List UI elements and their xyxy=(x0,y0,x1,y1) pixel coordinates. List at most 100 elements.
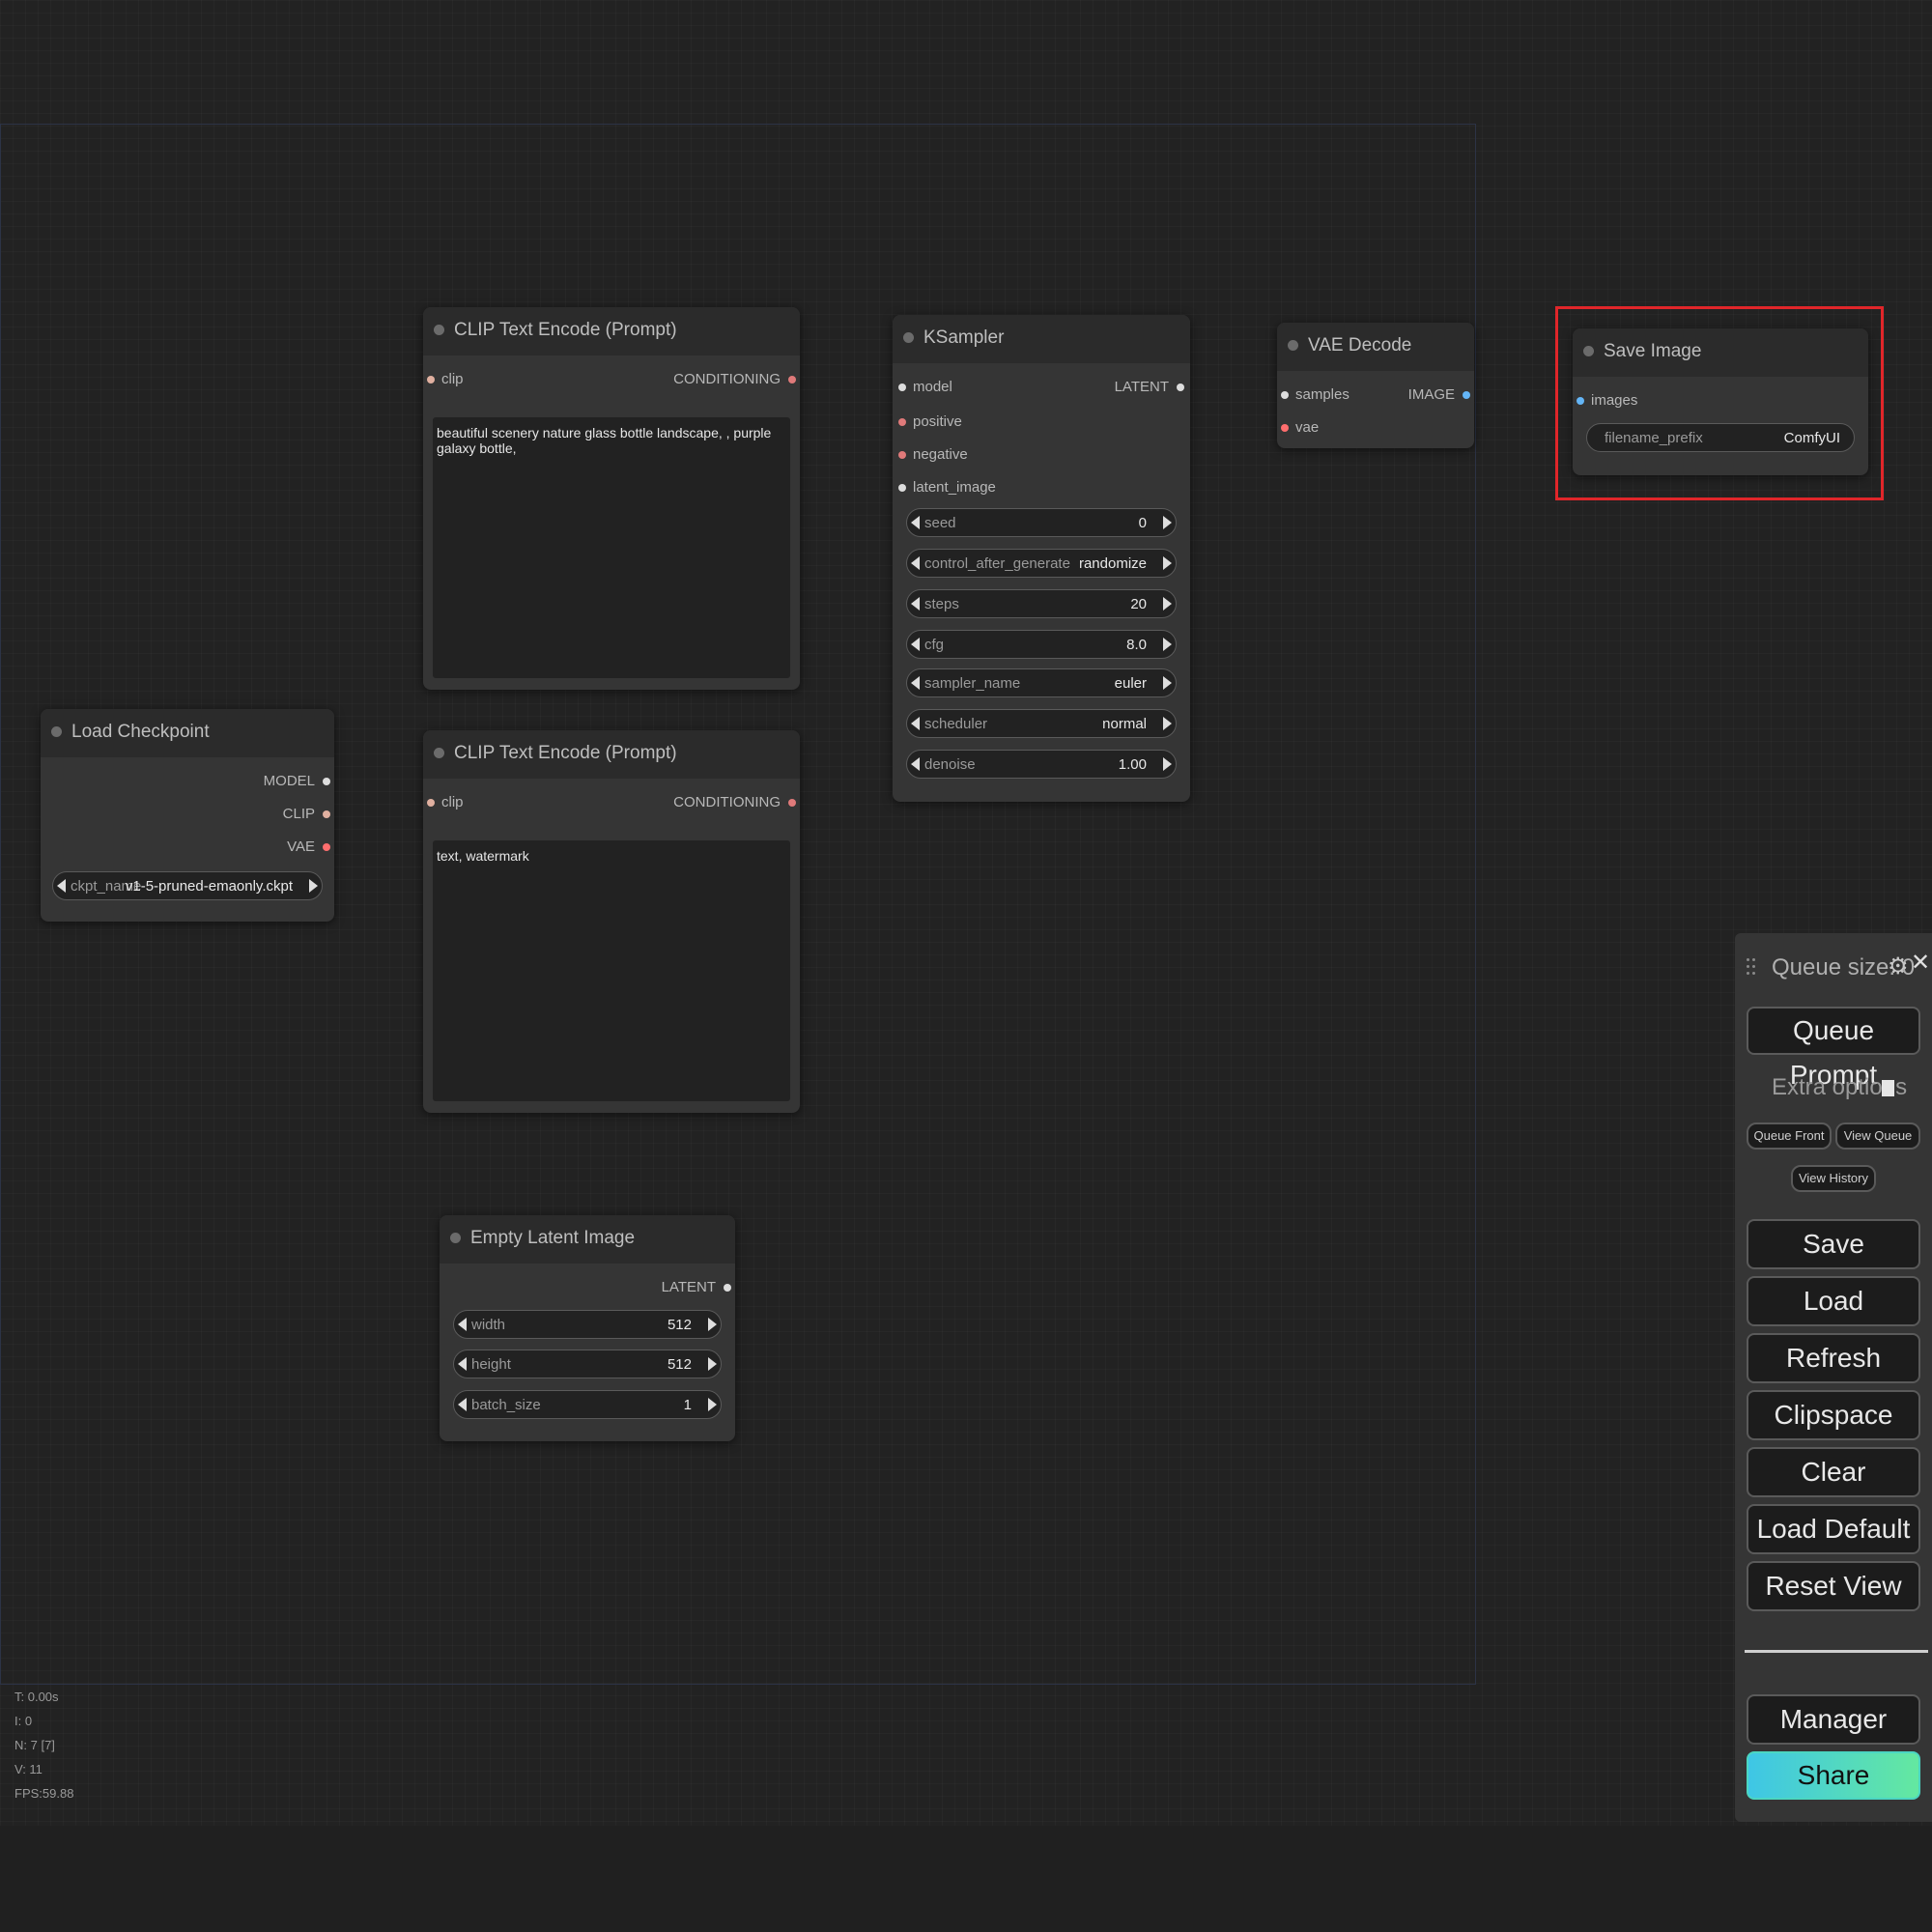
prompt-textarea[interactable]: beautiful scenery nature glass bottle la… xyxy=(433,417,790,678)
increment-arrow-icon[interactable] xyxy=(309,879,318,893)
clear-button[interactable]: Clear xyxy=(1747,1447,1920,1497)
input-pin-icon[interactable] xyxy=(898,451,906,460)
widget-cfg[interactable]: cfg 8.0 xyxy=(906,630,1177,659)
increment-arrow-icon[interactable] xyxy=(1163,757,1172,771)
node-vae-decode[interactable]: VAE Decode samples IMAGE vae xyxy=(1277,323,1474,448)
output-slot-vae[interactable]: VAE xyxy=(287,838,330,855)
queue-front-button[interactable]: Queue Front xyxy=(1747,1122,1832,1150)
decrement-arrow-icon[interactable] xyxy=(911,516,920,529)
increment-arrow-icon[interactable] xyxy=(1163,556,1172,570)
node-title-bar[interactable]: Load Checkpoint xyxy=(41,709,334,757)
output-slot-conditioning[interactable]: CONDITIONING xyxy=(673,794,796,810)
manager-button[interactable]: Manager xyxy=(1747,1694,1920,1745)
collapse-dot-icon[interactable] xyxy=(51,726,62,737)
widget-steps[interactable]: steps 20 xyxy=(906,589,1177,618)
extra-options-checkbox[interactable] xyxy=(1882,1080,1894,1096)
load-default-button[interactable]: Load Default xyxy=(1747,1504,1920,1554)
input-pin-icon[interactable] xyxy=(898,418,906,427)
decrement-arrow-icon[interactable] xyxy=(57,879,66,893)
widget-ckpt-name[interactable]: ckpt_name v1-5-pruned-emaonly.ckpt xyxy=(52,871,323,900)
input-slot-clip[interactable]: clip xyxy=(427,371,464,387)
view-history-button[interactable]: View History xyxy=(1791,1165,1876,1192)
node-ksampler[interactable]: KSampler model LATENT positive negative … xyxy=(893,315,1190,802)
input-pin-icon[interactable] xyxy=(898,384,906,392)
output-slot-model[interactable]: MODEL xyxy=(264,773,330,789)
node-load-checkpoint[interactable]: Load Checkpoint MODEL CLIP VAE ckpt_name… xyxy=(41,709,334,922)
increment-arrow-icon[interactable] xyxy=(708,1318,717,1331)
widget-sampler-name[interactable]: sampler_name euler xyxy=(906,668,1177,697)
increment-arrow-icon[interactable] xyxy=(1163,638,1172,651)
output-pin-icon[interactable] xyxy=(323,778,330,786)
clipspace-button[interactable]: Clipspace xyxy=(1747,1390,1920,1440)
node-title-bar[interactable]: VAE Decode xyxy=(1277,323,1474,371)
output-pin-icon[interactable] xyxy=(323,810,330,819)
increment-arrow-icon[interactable] xyxy=(1163,597,1172,611)
close-icon[interactable]: ✕ xyxy=(1911,949,1930,977)
decrement-arrow-icon[interactable] xyxy=(911,676,920,690)
output-slot-latent[interactable]: LATENT xyxy=(662,1279,731,1295)
prompt-textarea[interactable]: text, watermark xyxy=(433,840,790,1101)
view-queue-button[interactable]: View Queue xyxy=(1835,1122,1920,1150)
node-title-bar[interactable]: CLIP Text Encode (Prompt) xyxy=(423,730,800,779)
decrement-arrow-icon[interactable] xyxy=(911,757,920,771)
input-pin-icon[interactable] xyxy=(1281,391,1289,400)
decrement-arrow-icon[interactable] xyxy=(458,1398,467,1411)
widget-batch-size[interactable]: batch_size 1 xyxy=(453,1390,722,1419)
output-slot-image[interactable]: IMAGE xyxy=(1408,386,1470,403)
input-slot-vae[interactable]: vae xyxy=(1281,419,1319,436)
increment-arrow-icon[interactable] xyxy=(1163,676,1172,690)
output-pin-icon[interactable] xyxy=(1177,384,1184,392)
decrement-arrow-icon[interactable] xyxy=(911,597,920,611)
input-pin-icon[interactable] xyxy=(427,376,435,384)
input-slot-clip[interactable]: clip xyxy=(427,794,464,810)
node-clip-text-encode-negative[interactable]: CLIP Text Encode (Prompt) clip CONDITION… xyxy=(423,730,800,1113)
node-title-bar[interactable]: Empty Latent Image xyxy=(440,1215,735,1264)
decrement-arrow-icon[interactable] xyxy=(911,717,920,730)
input-pin-icon[interactable] xyxy=(1281,424,1289,433)
input-pin-icon[interactable] xyxy=(427,799,435,808)
share-button[interactable]: Share xyxy=(1747,1751,1920,1800)
decrement-arrow-icon[interactable] xyxy=(911,638,920,651)
output-pin-icon[interactable] xyxy=(1463,391,1470,400)
input-pin-icon[interactable] xyxy=(898,484,906,493)
output-slot-conditioning[interactable]: CONDITIONING xyxy=(673,371,796,387)
node-title-bar[interactable]: KSampler xyxy=(893,315,1190,363)
output-pin-icon[interactable] xyxy=(788,376,796,384)
input-slot-positive[interactable]: positive xyxy=(898,413,962,430)
save-button[interactable]: Save xyxy=(1747,1219,1920,1269)
reset-view-button[interactable]: Reset View xyxy=(1747,1561,1920,1611)
collapse-dot-icon[interactable] xyxy=(434,325,444,335)
queue-prompt-button[interactable]: Queue Prompt xyxy=(1747,1007,1920,1090)
node-clip-text-encode-positive[interactable]: CLIP Text Encode (Prompt) clip CONDITION… xyxy=(423,307,800,690)
collapse-dot-icon[interactable] xyxy=(434,748,444,758)
output-slot-latent[interactable]: LATENT xyxy=(1115,379,1184,395)
output-pin-icon[interactable] xyxy=(323,843,330,852)
decrement-arrow-icon[interactable] xyxy=(458,1318,467,1331)
input-slot-samples[interactable]: samples xyxy=(1281,386,1350,403)
increment-arrow-icon[interactable] xyxy=(1163,717,1172,730)
node-canvas[interactable]: CLIP Text Encode (Prompt) clip CONDITION… xyxy=(0,0,1932,1826)
increment-arrow-icon[interactable] xyxy=(708,1357,717,1371)
collapse-dot-icon[interactable] xyxy=(1288,340,1298,351)
widget-control-after-generate[interactable]: control_after_generate randomize xyxy=(906,549,1177,578)
load-button[interactable]: Load xyxy=(1747,1276,1920,1326)
input-slot-latent-image[interactable]: latent_image xyxy=(898,479,996,496)
collapse-dot-icon[interactable] xyxy=(903,332,914,343)
increment-arrow-icon[interactable] xyxy=(708,1398,717,1411)
input-slot-negative[interactable]: negative xyxy=(898,446,968,463)
decrement-arrow-icon[interactable] xyxy=(458,1357,467,1371)
output-pin-icon[interactable] xyxy=(788,799,796,808)
drag-handle-icon[interactable] xyxy=(1747,958,1758,981)
widget-seed[interactable]: seed 0 xyxy=(906,508,1177,537)
input-slot-model[interactable]: model xyxy=(898,379,952,395)
output-slot-clip[interactable]: CLIP xyxy=(283,806,330,822)
increment-arrow-icon[interactable] xyxy=(1163,516,1172,529)
widget-width[interactable]: width 512 xyxy=(453,1310,722,1339)
widget-scheduler[interactable]: scheduler normal xyxy=(906,709,1177,738)
output-pin-icon[interactable] xyxy=(724,1284,731,1293)
widget-height[interactable]: height 512 xyxy=(453,1350,722,1378)
node-title-bar[interactable]: CLIP Text Encode (Prompt) xyxy=(423,307,800,355)
node-empty-latent-image[interactable]: Empty Latent Image LATENT width 512 heigh… xyxy=(440,1215,735,1441)
settings-gear-icon[interactable]: ⚙ xyxy=(1888,952,1909,980)
decrement-arrow-icon[interactable] xyxy=(911,556,920,570)
